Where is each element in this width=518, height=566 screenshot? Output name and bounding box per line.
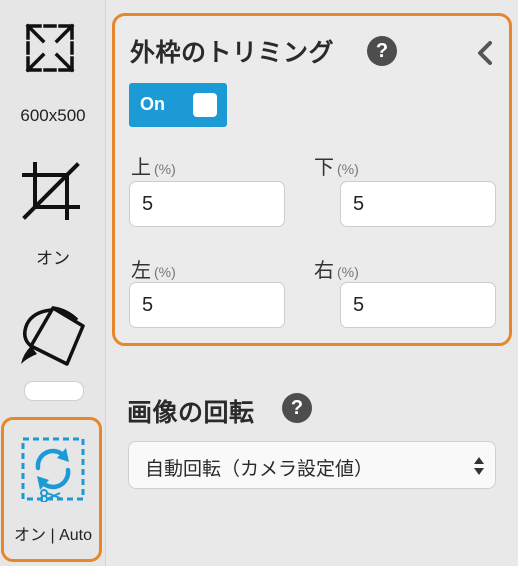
sidebar: 600x500 オン オン | Auto — [0, 0, 106, 566]
left-input[interactable]: 5 — [129, 282, 285, 328]
auto-rotate-icon — [21, 437, 85, 502]
expand-icon — [25, 23, 75, 73]
rotation-title: 画像の回転 — [127, 399, 255, 427]
right-input[interactable]: 5 — [340, 282, 496, 328]
rotation-select-value: 自動回転（カメラ設定値） — [145, 459, 374, 480]
top-input[interactable]: 5 — [129, 181, 285, 227]
fill-tool[interactable] — [0, 290, 106, 380]
trim-panel-title: 外枠のトリミング — [130, 39, 335, 67]
toggle-knob — [193, 93, 217, 117]
paint-bucket-icon — [21, 306, 85, 366]
right-label: 右 (%) — [314, 260, 359, 282]
crop-label: オン — [36, 249, 70, 268]
toggle-label: On — [140, 94, 165, 114]
trim-panel: 外枠のトリミング ? On 上 (%) 5 下 (%) 5 左 (%) 5 右 (%) … — [112, 13, 512, 346]
color-swatch[interactable] — [24, 381, 84, 401]
rotation-help-icon[interactable]: ? — [282, 393, 312, 423]
rotate-tool[interactable]: オン | Auto — [0, 420, 106, 560]
size-label: 600x500 — [20, 106, 86, 125]
rotation-select[interactable]: 自動回転（カメラ設定値） — [128, 441, 496, 489]
rotate-label: オン | Auto — [14, 527, 92, 544]
help-icon[interactable]: ? — [367, 36, 397, 66]
left-label: 左 (%) — [131, 260, 176, 282]
crop-tool[interactable]: オン — [0, 150, 106, 270]
top-label: 上 (%) — [131, 157, 176, 179]
select-arrows-icon — [474, 457, 484, 475]
trim-toggle[interactable]: On — [129, 83, 227, 127]
bottom-label: 下 (%) — [314, 157, 359, 179]
bottom-input[interactable]: 5 — [340, 181, 496, 227]
size-tool[interactable]: 600x500 — [0, 0, 106, 140]
crop-icon — [22, 162, 80, 220]
chevron-left-icon[interactable] — [475, 40, 495, 66]
